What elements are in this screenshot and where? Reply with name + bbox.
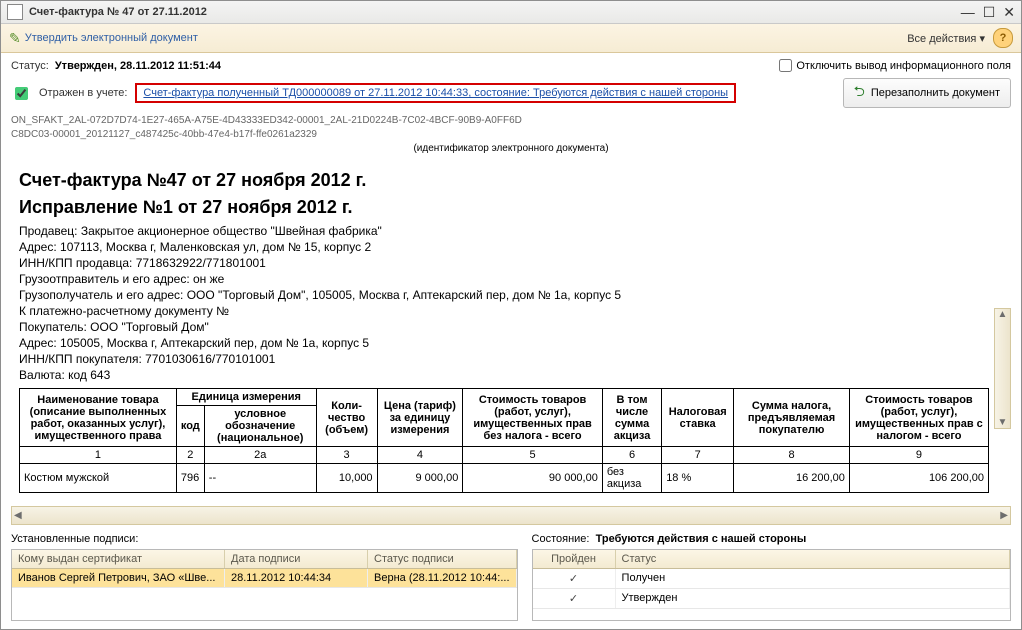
- tech-id-block: ON_SFAKT_2AL-072D7D74-1E27-465A-A75E-4D4…: [1, 114, 1021, 156]
- reflected-label: Отражен в учете:: [39, 87, 127, 99]
- app-window: Счет-фактура № 47 от 27.11.2012 — ☐ ✕ ✎ …: [0, 0, 1022, 630]
- currency: Валюта: код 643: [19, 368, 989, 382]
- state-panel: Состояние: Требуются действия с нашей ст…: [532, 531, 1011, 621]
- vertical-scrollbar[interactable]: ▲ ▼: [994, 308, 1011, 429]
- scroll-down-icon[interactable]: ▼: [998, 417, 1008, 428]
- th-excise: В том числе сумма акциза: [602, 389, 661, 447]
- minimize-icon[interactable]: —: [961, 4, 975, 21]
- approve-button[interactable]: ✎ Утвердить электронный документ: [9, 30, 198, 47]
- signatures-caption: Установленные подписи:: [11, 531, 518, 549]
- th-cost-tax: Стоимость товаров (работ, услуг), имущес…: [849, 389, 988, 447]
- seller-inn: ИНН/КПП продавца: 7718632922/771801001: [19, 256, 989, 270]
- th-sig-who: Кому выдан сертификат: [12, 550, 225, 568]
- seller: Продавец: Закрытое акционерное общество …: [19, 224, 989, 238]
- titlebar: Счет-фактура № 47 от 27.11.2012 — ☐ ✕: [1, 1, 1021, 24]
- state-grid: Пройден Статус ✓ Получен ✓ Утвержден: [532, 549, 1011, 621]
- reflected-checkbox[interactable]: [15, 87, 28, 100]
- signatures-row[interactable]: Иванов Сергей Петрович, ЗАО «Шве... 28.1…: [12, 569, 517, 588]
- status-value: Утвержден, 28.11.2012 11:51:44: [55, 60, 221, 72]
- th-unit: Единица измерения: [176, 389, 316, 406]
- paydoc: К платежно-расчетному документу №: [19, 304, 989, 318]
- chevron-down-icon: ▾: [979, 33, 985, 45]
- th-sig-status: Статус подписи: [368, 550, 517, 568]
- buyer: Покупатель: ООО "Торговый Дом": [19, 320, 989, 334]
- th-state-passed: Пройден: [533, 550, 616, 568]
- signatures-panel: Установленные подписи: Кому выдан сертиф…: [11, 531, 518, 621]
- th-qty: Коли-чество (объем): [316, 389, 377, 447]
- doc-title-2: Исправление №1 от 27 ноября 2012 г.: [19, 197, 989, 218]
- refresh-arrow-icon: ⮌: [854, 81, 865, 105]
- state-row[interactable]: ✓ Получен: [533, 569, 1010, 589]
- buyer-inn: ИНН/КПП покупателя: 7701030616/770101001: [19, 352, 989, 366]
- refill-button[interactable]: ⮌ Перезаполнить документ: [843, 78, 1011, 108]
- check-icon: ✓: [533, 569, 616, 588]
- state-caption: Состояние: Требуются действия с нашей ст…: [532, 531, 1011, 549]
- doc-icon: [7, 4, 23, 20]
- doc-title-1: Счет-фактура №47 от 27 ноября 2012 г.: [19, 170, 989, 191]
- th-name: Наименование товара (описание выполненны…: [20, 389, 177, 447]
- tech-id-caption: (идентификатор электронного документа): [11, 142, 1011, 156]
- th-price: Цена (тариф) за единицу измерения: [377, 389, 463, 447]
- check-icon: ✓: [533, 589, 616, 608]
- related-document-link[interactable]: Счет-фактура полученный ТД000000089 от 2…: [135, 83, 736, 103]
- window-title: Счет-фактура № 47 от 27.11.2012: [29, 6, 207, 18]
- status-label: Статус:: [11, 60, 49, 72]
- shipper: Грузоотправитель и его адрес: он же: [19, 272, 989, 286]
- th-state-status: Статус: [616, 550, 1010, 568]
- all-actions-dropdown[interactable]: Все действия ▾: [907, 32, 985, 45]
- th-taxrate: Налоговая ставка: [662, 389, 734, 447]
- buyer-addr: Адрес: 105005, Москва г, Аптекарский пер…: [19, 336, 989, 350]
- tech-line1: ON_SFAKT_2AL-072D7D74-1E27-465A-A75E-4D4…: [11, 114, 1011, 128]
- link-row: Отражен в учете: Счет-фактура полученный…: [1, 78, 1021, 114]
- th-taxsum: Сумма налога, предъявляемая покупателю: [734, 389, 850, 447]
- seller-addr: Адрес: 107113, Москва г, Маленковская ул…: [19, 240, 989, 254]
- approve-icon: ✎: [9, 30, 21, 47]
- scroll-up-icon[interactable]: ▲: [998, 309, 1008, 320]
- tech-line2: C8DC03-00001_20121127_c487425c-40bb-47e4…: [11, 128, 1011, 142]
- invoice-table: Наименование товара (описание выполненны…: [19, 388, 989, 493]
- toolbar: ✎ Утвердить электронный документ Все дей…: [1, 24, 1021, 53]
- approve-label: Утвердить электронный документ: [25, 32, 198, 44]
- consignee: Грузополучатель и его адрес: ООО "Торгов…: [19, 288, 989, 302]
- signatures-grid: Кому выдан сертификат Дата подписи Стату…: [11, 549, 518, 621]
- horizontal-scrollbar[interactable]: ◀ ▶: [11, 506, 1011, 525]
- document-body: Счет-фактура №47 от 27 ноября 2012 г. Ис…: [11, 160, 1011, 504]
- suppress-info-checkbox[interactable]: Отключить вывод информационного поля: [779, 59, 1011, 72]
- help-icon[interactable]: ?: [993, 28, 1013, 48]
- th-unit-code: код: [176, 406, 204, 447]
- bottom-panels: Установленные подписи: Кому выдан сертиф…: [1, 531, 1021, 629]
- th-sig-date: Дата подписи: [225, 550, 368, 568]
- close-icon[interactable]: ✕: [1003, 4, 1015, 21]
- th-unit-name: условное обозначение (национальное): [204, 406, 316, 447]
- scroll-right-icon[interactable]: ▶: [1000, 510, 1008, 521]
- th-cost-notax: Стоимость товаров (работ, услуг), имущес…: [463, 389, 603, 447]
- status-row: Статус: Утвержден, 28.11.2012 11:51:44 О…: [1, 53, 1021, 78]
- scroll-left-icon[interactable]: ◀: [14, 510, 22, 521]
- table-row: Костюм мужской 796 -- 10,000 9 000,00 90…: [20, 464, 989, 493]
- restore-icon[interactable]: ☐: [983, 4, 996, 21]
- state-row[interactable]: ✓ Утвержден: [533, 589, 1010, 609]
